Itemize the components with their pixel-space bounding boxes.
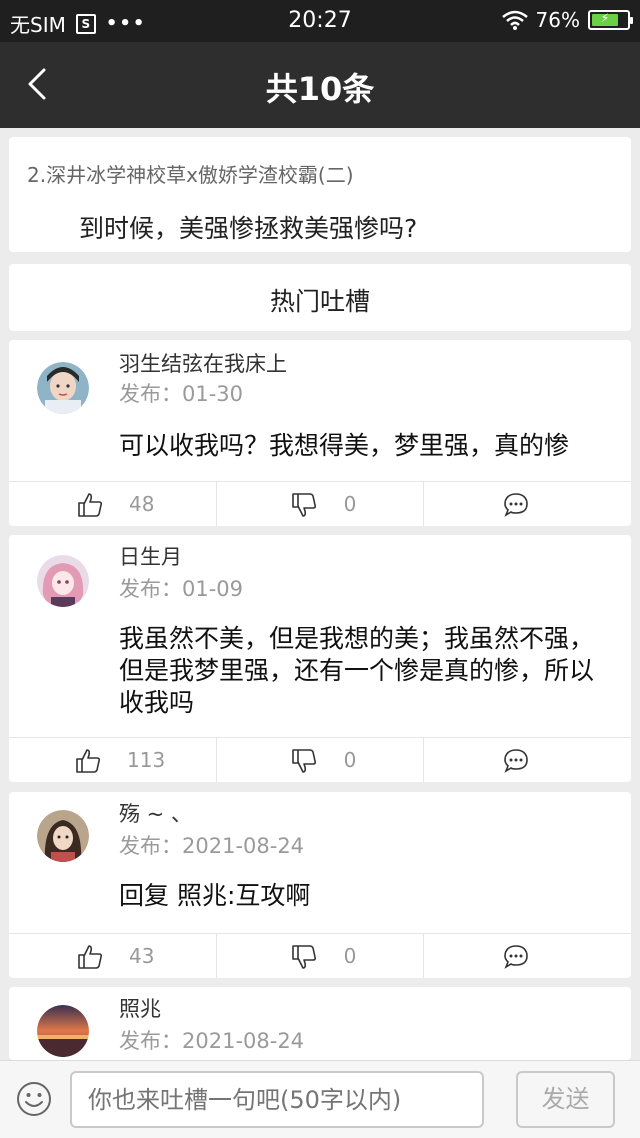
source-card[interactable]: 2.深井冰学神校草x傲娇学渣校霸(二) 到时候，美强惨拯救美强惨吗? (9, 137, 631, 252)
comment-input-bar: 发送 (0, 1060, 640, 1138)
comment-bubble-icon (504, 493, 529, 517)
thumbs-down-icon (291, 749, 316, 773)
comment-username[interactable]: 殇 ~ 、 (119, 798, 192, 828)
thumbs-up-icon (78, 493, 103, 517)
comment-text: 可以收我吗？我想得美，梦里强，真的惨 (119, 431, 570, 460)
comment-username[interactable]: 日生月 (119, 541, 182, 571)
battery-percent: 76% (535, 8, 580, 32)
comment-item: 羽生结弦在我床上 发布：01-30 可以收我吗？我想得美，梦里强，真的惨 48 … (9, 340, 631, 526)
like-button[interactable]: 43 (9, 934, 217, 978)
reply-button[interactable] (424, 738, 631, 782)
comment-text: 回复 照兆:互攻啊 (119, 881, 311, 910)
hot-comments-header: 热门吐槽 (9, 264, 631, 331)
emoji-icon[interactable] (16, 1081, 52, 1117)
thumbs-down-icon (291, 493, 316, 517)
comment-input[interactable] (70, 1071, 484, 1128)
avatar[interactable] (37, 555, 89, 607)
dislike-button[interactable]: 0 (217, 738, 425, 782)
dislike-button[interactable]: 0 (217, 482, 425, 526)
comment-bubble-icon (504, 945, 529, 969)
comment-date: 发布：2021-08-24 (119, 834, 305, 858)
comment-date: 发布：01-30 (119, 382, 244, 406)
like-count: 43 (129, 944, 155, 968)
like-button[interactable]: 48 (9, 482, 217, 526)
comment-item: 日生月 发布：01-09 我虽然不美，但是我想的美；我虽然不强，但是我梦里强，还… (9, 535, 631, 782)
like-count: 48 (129, 492, 155, 516)
thumbs-up-icon (76, 749, 101, 773)
avatar[interactable] (37, 362, 89, 414)
comment-username[interactable]: 照兆 (119, 993, 161, 1023)
thumbs-up-icon (78, 945, 103, 969)
nav-bar: 共10条 (0, 42, 640, 128)
dislike-count: 0 (343, 944, 357, 968)
comment-date: 发布：2021-08-24 (119, 1029, 305, 1053)
comment-actions: 43 0 (9, 933, 631, 978)
avatar[interactable] (37, 810, 89, 862)
battery-icon: ⚡ (588, 10, 633, 30)
reply-button[interactable] (424, 934, 631, 978)
quoted-text: 到时候，美强惨拯救美强惨吗? (79, 214, 418, 243)
comment-text: 我虽然不美，但是我想的美；我虽然不强，但是我梦里强，还有一个惨是真的惨，所以收我… (119, 624, 595, 717)
page-title: 共10条 (265, 70, 375, 108)
comment-date: 发布：01-09 (119, 577, 244, 601)
send-button[interactable]: 发送 (516, 1071, 615, 1128)
like-count: 113 (127, 748, 166, 772)
comment-item: 照兆 发布：2021-08-24 (9, 987, 631, 1060)
dislike-count: 0 (343, 748, 357, 772)
comment-actions: 113 0 (9, 737, 631, 782)
novel-chapter-title[interactable]: 2.深井冰学神校草x傲娇学渣校霸(二) (27, 159, 354, 188)
section-title: 热门吐槽 (269, 287, 370, 316)
dislike-count: 0 (343, 492, 357, 516)
like-button[interactable]: 113 (9, 738, 217, 782)
avatar[interactable] (37, 1005, 89, 1057)
dislike-button[interactable]: 0 (217, 934, 425, 978)
comment-item: 殇 ~ 、 发布：2021-08-24 回复 照兆:互攻啊 43 0 (9, 792, 631, 978)
thumbs-down-icon (291, 945, 316, 969)
comment-bubble-icon (504, 749, 529, 773)
wifi-icon (501, 10, 528, 30)
status-bar: 无SIM S ••• 20:27 76% ⚡ (0, 0, 640, 42)
comment-username[interactable]: 羽生结弦在我床上 (119, 348, 287, 378)
reply-button[interactable] (424, 482, 631, 526)
comment-actions: 48 0 (9, 481, 631, 526)
